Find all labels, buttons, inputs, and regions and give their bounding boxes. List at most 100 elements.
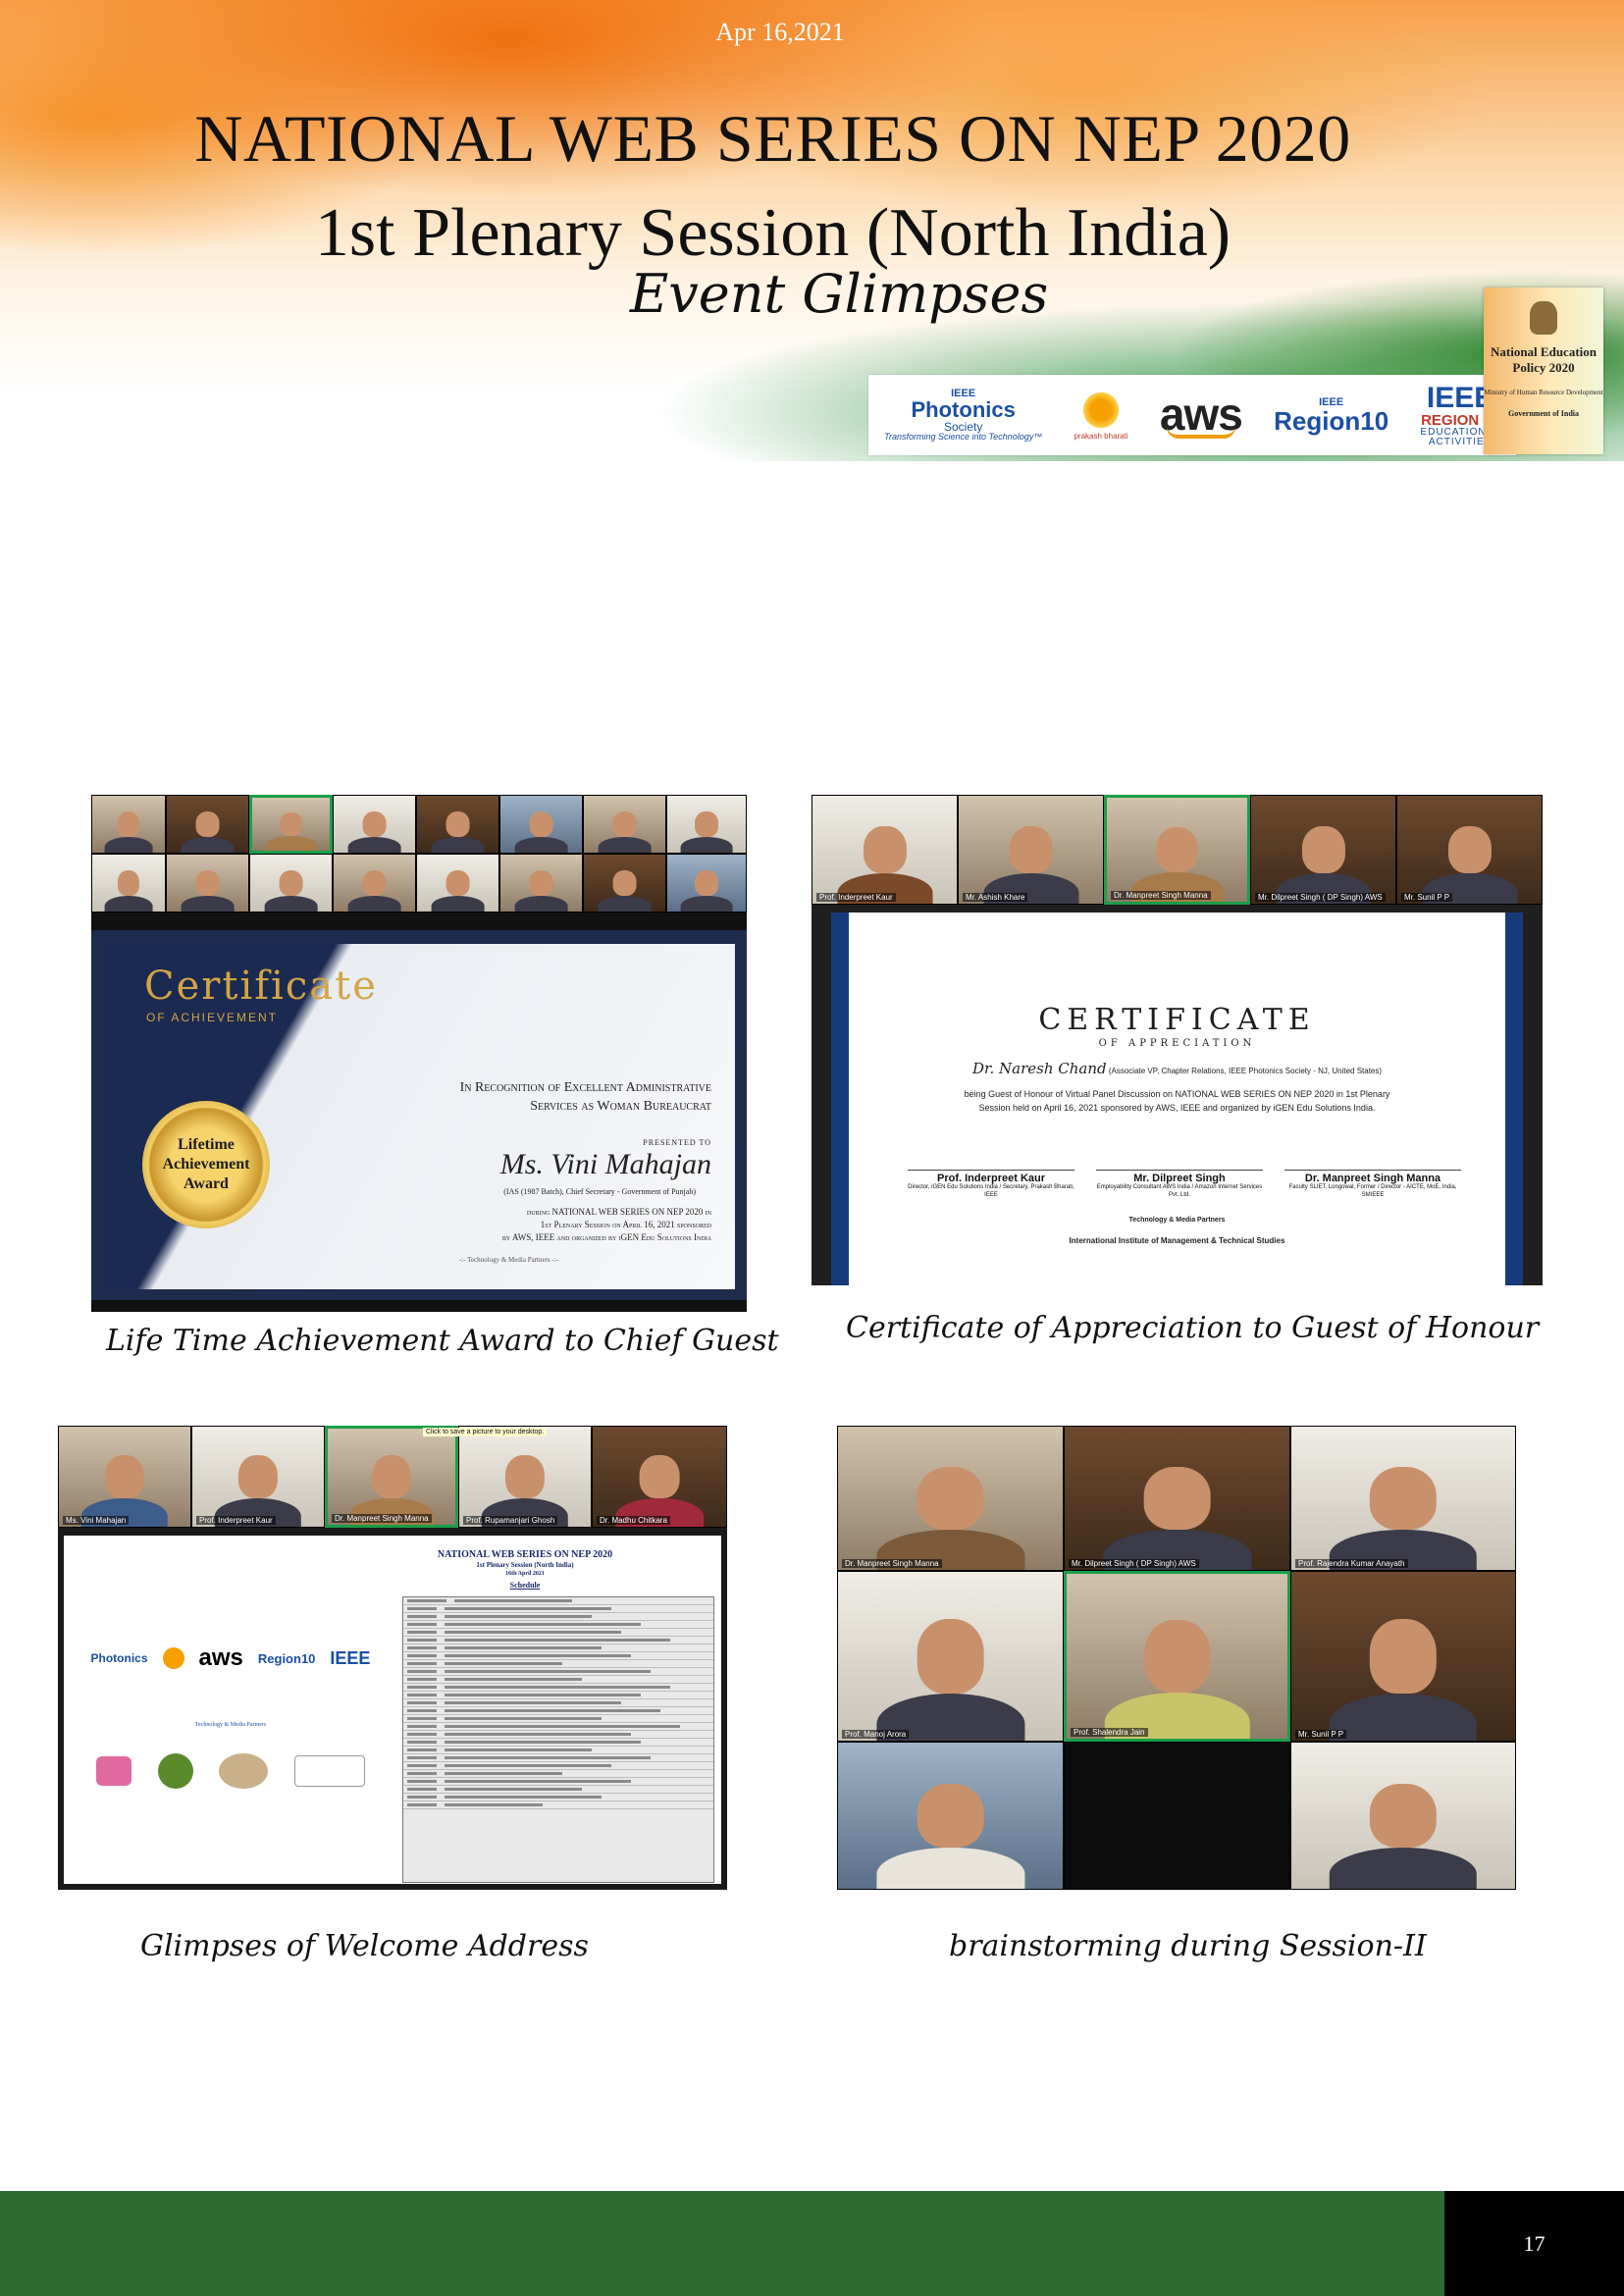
photonics-tagline: Transforming Science into Technology™ xyxy=(884,432,1043,442)
participant-tile xyxy=(499,854,583,913)
recognition-text: In Recognition of Excellent Administrati… xyxy=(459,1080,711,1114)
participant-tile xyxy=(666,795,747,854)
partners-label: -:- Technology & Media Partners -:- xyxy=(458,1256,558,1264)
participant-tile: Prof. Inderpreet Kaur xyxy=(191,1426,325,1528)
video-call-grid: Dr. Manpreet Singh Manna Mr. Dilpreet Si… xyxy=(837,1426,1516,1890)
page-subtitle: 1st Plenary Session (North India) xyxy=(314,195,1231,271)
participant-tile xyxy=(166,795,249,854)
participant-label: Mr. Sunil P P xyxy=(1295,1730,1347,1739)
certificate-frame: Certificate OF ACHIEVEMENT Lifetime Achi… xyxy=(91,930,747,1300)
slide-date: 16th April 2021 xyxy=(505,1571,545,1577)
recipient-detail: (Associate VP, Chapter Relations, IEEE P… xyxy=(1108,1067,1383,1075)
participant-label: Prof. Inderpreet Kaur xyxy=(816,893,896,902)
event-line-1: during NATIONAL WEB SERIES ON NEP 2020 i… xyxy=(526,1207,711,1217)
certificate-heading: Certificate xyxy=(144,964,378,1009)
body-line-2: Session held on April 16, 2021 sponsored… xyxy=(978,1103,1376,1113)
footer-bar xyxy=(0,2191,1444,2296)
event-date: Apr 16,2021 xyxy=(715,18,845,46)
prakash-bharati-logo: prakash bharati xyxy=(1074,390,1128,441)
certificate-title: CERTIFICATE xyxy=(1038,1003,1316,1037)
participant-tile xyxy=(91,854,166,913)
mentor-logo-icon xyxy=(96,1756,132,1786)
caption-welcome-address: Glimpses of Welcome Address xyxy=(140,1929,589,1963)
participant-tile: Dr. Madhu Chitkara xyxy=(592,1426,727,1528)
sun-icon xyxy=(1080,390,1123,431)
signatory-name: Prof. Inderpreet Kaur xyxy=(908,1170,1074,1184)
photonics-name: Photonics xyxy=(911,397,1016,422)
recipient-line: Dr. Naresh Chand (Associate VP, Chapter … xyxy=(849,1060,1505,1077)
slide-sun-icon xyxy=(162,1647,184,1669)
participant-tile: Prof. Rajendra Kumar Anayath xyxy=(1290,1426,1516,1571)
participant-tile xyxy=(583,795,666,854)
event-line-2: 1st Plenary Session on April 16, 2021 sp… xyxy=(540,1220,711,1229)
recipient-name: Dr. Naresh Chand xyxy=(971,1060,1107,1077)
participant-tile: Mr. Sunil P P xyxy=(1396,795,1543,905)
participant-label: Dr. Madhu Chitkara xyxy=(597,1516,670,1525)
participant-tile xyxy=(249,854,333,913)
video-call-strip: Prof. Inderpreet Kaur Mr. Ashish Khare D… xyxy=(812,795,1543,905)
slide-schedule-label: Schedule xyxy=(509,1581,541,1590)
slide-region10-logo: Region10 xyxy=(257,1650,316,1666)
photo-lifetime-achievement: Certificate OF ACHIEVEMENT Lifetime Achi… xyxy=(91,795,747,1312)
participant-tile: Prof. Rupamanjari Ghosh xyxy=(458,1426,592,1528)
slide-title: NATIONAL WEB SERIES ON NEP 2020 xyxy=(437,1549,613,1560)
signatory-name: Mr. Dilpreet Singh xyxy=(1096,1170,1263,1184)
save-picture-tooltip: Click to save a picture to your desktop. xyxy=(423,1428,548,1436)
participant-tile xyxy=(333,854,416,913)
participant-tile: Prof. Inderpreet Kaur xyxy=(812,795,958,905)
signatory-desc: Director, iGEN Edu Solutions India / Sec… xyxy=(908,1184,1074,1198)
caption-lifetime-achievement: Life Time Achievement Award to Chief Gue… xyxy=(106,1324,779,1358)
certificate-achievement: Certificate OF ACHIEVEMENT Lifetime Achi… xyxy=(103,944,735,1289)
photo-welcome-address: Ms. Vini Mahajan Prof. Inderpreet Kaur D… xyxy=(58,1426,727,1890)
participant-tile xyxy=(1064,1742,1290,1890)
participant-tile xyxy=(666,854,747,913)
participant-tile: Mr. Ashish Khare xyxy=(958,795,1104,905)
bharat-online-logo-icon xyxy=(293,1755,365,1787)
slide-subtitle: 1st Plenary Session (North India) xyxy=(476,1561,574,1569)
participant-tile: Ms. Vini Mahajan xyxy=(58,1426,191,1528)
participant-tile: Mr. Dilpreet Singh ( DP Singh) AWS xyxy=(1064,1426,1290,1571)
slide-ieee-logo: IEEE xyxy=(330,1647,371,1668)
participant-tile: Dr. Manpreet Singh Manna xyxy=(325,1426,458,1528)
page-number: 17 xyxy=(1444,2191,1624,2296)
participant-tile xyxy=(837,1742,1064,1890)
participant-tile xyxy=(91,795,166,854)
caption-brainstorming: brainstorming during Session-II xyxy=(949,1929,1427,1963)
participant-label: Mr. Dilpreet Singh ( DP Singh) AWS xyxy=(1255,893,1386,902)
partners-label: Technology & Media Partners xyxy=(1128,1217,1226,1224)
aws-smile-icon xyxy=(1166,427,1235,439)
region10-name: Region10 xyxy=(1274,405,1389,436)
participant-tile: Dr. Manpreet Singh Manna xyxy=(1104,795,1250,905)
lifetime-achievement-medal: Lifetime Achievement Award xyxy=(142,1101,270,1228)
participant-label: Ms. Vini Mahajan xyxy=(63,1516,130,1525)
video-call-strip: Ms. Vini Mahajan Prof. Inderpreet Kaur D… xyxy=(58,1426,727,1528)
medal-text: Lifetime Achievement Award xyxy=(162,1136,250,1192)
participant-tile xyxy=(583,854,666,913)
participant-tile: Dr. Manpreet Singh Manna xyxy=(837,1426,1064,1571)
ieee-region10-logo: IEEE Region10 xyxy=(1274,396,1389,436)
participant-label: Mr. Dilpreet Singh ( DP Singh) AWS xyxy=(1069,1559,1199,1568)
signatory-desc: Faculty SLIET, Longowal, Former / Direct… xyxy=(1288,1184,1457,1198)
caption-certificate-appreciation: Certificate of Appreciation to Guest of … xyxy=(846,1311,1540,1345)
header-banner: Apr 16,2021 NATIONAL WEB SERIES ON NEP 2… xyxy=(0,0,1624,461)
participant-label: Prof. Shalendra Jain xyxy=(1071,1728,1148,1737)
participant-tile: Prof. Shalendra Jain xyxy=(1064,1571,1290,1742)
partner-logos-strip: IEEE Photonics Society Transforming Scie… xyxy=(868,375,1516,455)
photo-brainstorming: Dr. Manpreet Singh Manna Mr. Dilpreet Si… xyxy=(837,1426,1516,1890)
participant-tile xyxy=(416,854,499,913)
participant-tile xyxy=(333,795,416,854)
participant-label: Mr. Sunil P P xyxy=(1401,893,1453,902)
recipient-detail: (IAS (1987 Batch), Chief Secretary - Gov… xyxy=(503,1187,696,1196)
participant-label: Dr. Manpreet Singh Manna xyxy=(842,1559,942,1568)
participant-tile: Mr. Sunil P P xyxy=(1290,1571,1516,1742)
recipient-name: Ms. Vini Mahajan xyxy=(499,1148,711,1180)
signatory-name: Dr. Manpreet Singh Manna xyxy=(1284,1170,1461,1184)
participant-label: Mr. Ashish Khare xyxy=(963,893,1028,902)
participant-label: Prof. Rajendra Kumar Anayath xyxy=(1295,1559,1408,1568)
participant-tile: Prof. Manoj Arora xyxy=(837,1571,1064,1742)
edulife-logo-icon xyxy=(157,1753,193,1789)
prakash-bharati-text: prakash bharati xyxy=(1074,432,1128,441)
participant-label: Prof. Inderpreet Kaur xyxy=(196,1516,276,1525)
body-line-1: being Guest of Honour of Virtual Panel D… xyxy=(964,1089,1390,1099)
video-call-strip xyxy=(91,795,747,913)
